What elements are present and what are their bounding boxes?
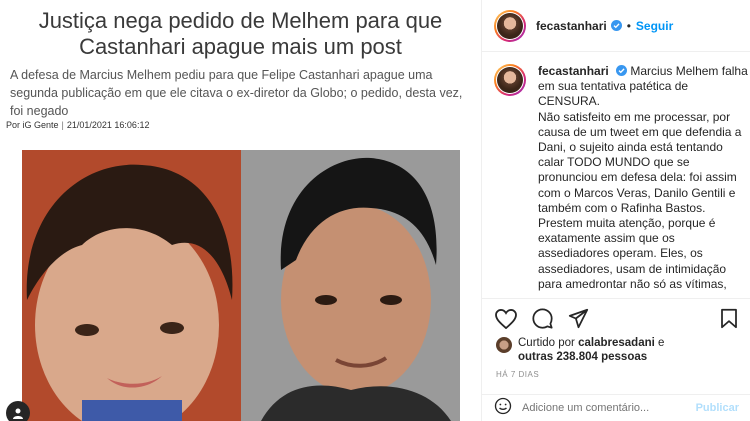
caption-verified-badge-icon (616, 65, 628, 76)
caption-avatar[interactable] (494, 64, 526, 96)
follow-button[interactable]: Seguir (636, 19, 673, 33)
verified-badge-icon (610, 20, 622, 31)
article-photo (22, 150, 460, 421)
caption-text: fecastanhari Marcius Melhem falha em sua… (538, 64, 748, 296)
headline-line-1: Justiça nega pedido de Melhem para que (38, 8, 443, 33)
post-sidebar: fecastanhari • Seguir fecastanhari Marci… (481, 0, 750, 421)
caption-paragraph-3: Prestem muita atenção, porque é exatamen… (538, 216, 727, 291)
likes-summary: Curtido por calabresadani e outras 238.8… (496, 336, 746, 364)
post-actions (482, 298, 750, 338)
bookmark-icon[interactable] (717, 307, 741, 331)
heart-icon[interactable] (494, 307, 518, 331)
likes-others-link[interactable]: outras 238.804 pessoas (518, 351, 647, 363)
header-avatar[interactable] (494, 9, 526, 42)
comment-input[interactable] (522, 402, 692, 414)
likes-and: e (658, 337, 665, 349)
byline-date: 21/01/2021 16:06:12 (66, 120, 150, 130)
paper-plane-icon[interactable] (566, 307, 590, 331)
post-caption: fecastanhari Marcius Melhem falha em sua… (482, 64, 750, 296)
liker-avatar[interactable] (496, 337, 512, 353)
article-subtitle: A defesa de Marcius Melhem pediu para qu… (10, 68, 463, 118)
comment-bar: Publicar (482, 394, 750, 421)
tagged-people-icon[interactable] (6, 401, 30, 421)
caption-username[interactable]: fecastanhari (538, 64, 609, 78)
avatar-image (497, 12, 523, 39)
article-headline: Justiça nega pedido de Melhem para que C… (0, 8, 481, 60)
photo-right-portrait (241, 150, 460, 421)
article-byline: Por iG Gente | 21/01/2021 16:06:12 (6, 120, 150, 130)
photo-left-portrait (22, 150, 241, 421)
likes-prefix: Curtido por (518, 337, 575, 349)
post-header: fecastanhari • Seguir (482, 0, 750, 52)
publish-button[interactable]: Publicar (696, 402, 739, 414)
byline-source: Por iG Gente (6, 120, 59, 130)
likes-user-link[interactable]: calabresadani (578, 337, 655, 349)
caption-paragraph-2: Não satisfeito em me processar, por caus… (538, 109, 742, 215)
caption-avatar-image (497, 67, 523, 93)
smiley-icon[interactable] (494, 397, 512, 420)
post-image[interactable]: Justiça nega pedido de Melhem para que C… (0, 0, 481, 421)
comment-icon[interactable] (530, 307, 554, 331)
headline-line-2: Castanhari apague mais um post (79, 34, 402, 59)
post-timestamp[interactable]: HÁ 7 DIAS (496, 370, 539, 379)
header-username[interactable]: fecastanhari (536, 19, 607, 33)
header-separator: • (626, 18, 631, 33)
